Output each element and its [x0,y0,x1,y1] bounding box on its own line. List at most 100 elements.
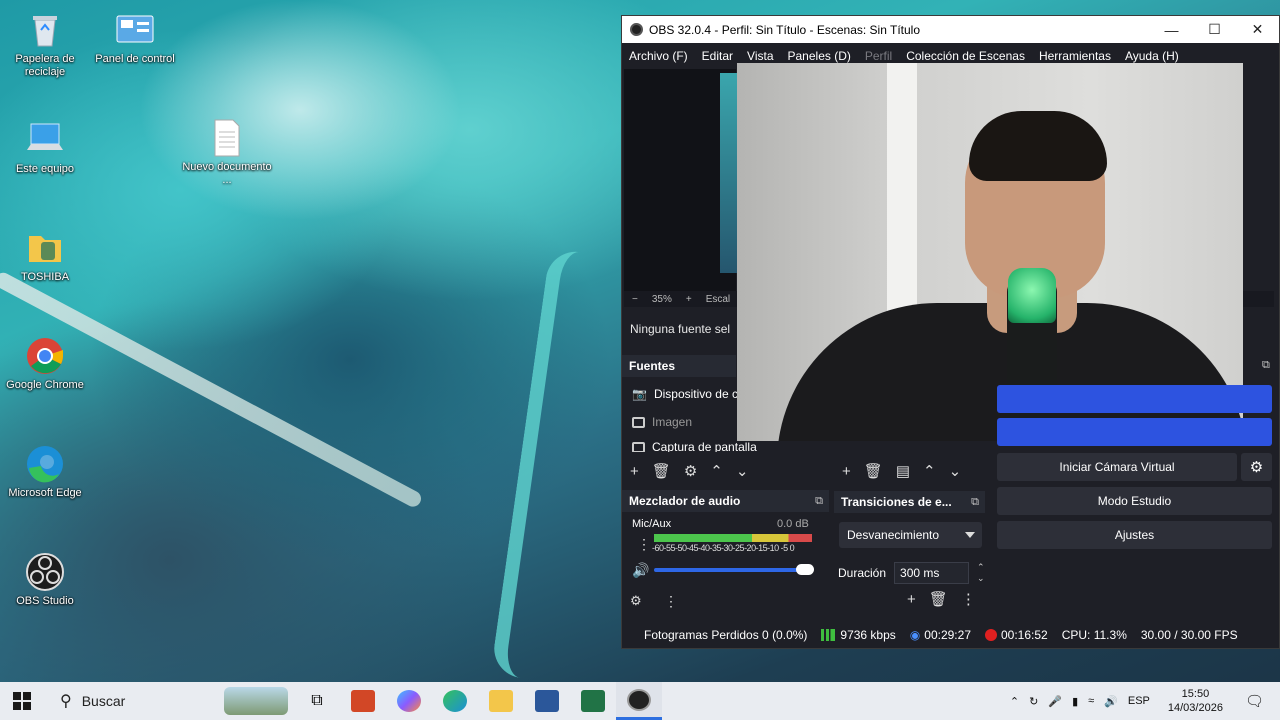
taskbar-obs[interactable] [616,682,662,720]
dock-float-icon[interactable]: ⧉ [815,495,823,508]
search-highlight-image [224,687,288,715]
filter-icon[interactable]: ▤ [896,462,910,480]
taskbar-word[interactable] [524,682,570,720]
stream-timer: ◉ 00:29:27 [910,628,971,642]
language-indicator[interactable]: ESP [1128,695,1150,707]
settings-button[interactable]: Ajustes [997,521,1272,549]
volume-meter [654,534,812,542]
desktop-icon-recycle-bin[interactable]: Papelera de reciclaje [0,10,90,79]
sources-title: Fuentes [629,359,676,373]
taskbar-excel[interactable] [570,682,616,720]
transitions-toolbar: + 🗑 ⋮ [907,590,976,609]
delete-source-icon[interactable]: 🗑 [652,462,671,480]
delete-scene-icon[interactable]: 🗑 [864,462,883,480]
source-properties-icon[interactable]: ⚙ [684,462,697,480]
source-label: Captura de pantalla [652,442,757,452]
clock[interactable]: 15:50 14/03/2026 [1168,687,1223,715]
taskbar-task-view[interactable]: ⧉ [294,682,340,720]
desktop-icon-chrome[interactable]: Google Chrome [0,336,90,392]
preview-canvas[interactable] [624,69,738,291]
notifications-icon[interactable]: 🗨 [1245,692,1264,710]
duration-stepper[interactable]: ⌃ ⌄ [977,562,985,584]
source-item[interactable]: Imagen [632,415,692,429]
stop-recording-button[interactable] [997,418,1272,446]
transition-select[interactable]: Desvanecimiento [839,522,982,548]
desktop-icon-this-pc[interactable]: Este equipo [0,120,90,176]
maximize-button[interactable]: ☐ [1193,16,1236,43]
channel-menu-icon[interactable]: ⋮ [637,536,651,553]
duration-row: Duración 300 ms ⌃ ⌄ [838,562,985,584]
menu-docks[interactable]: Paneles (D) [788,49,851,63]
meter-ticks: -60-55-50-45-40-35-30-25-20-15-10 -5 0 [652,543,795,553]
menu-file[interactable]: Archivo (F) [629,49,688,63]
taskbar-powerpoint[interactable] [340,682,386,720]
system-tray: ⌃ ↻ 🎤 ▮ ≈ 🔊 ESP 15:50 14/03/2026 🗨 [1010,682,1280,720]
volume-slider-knob[interactable] [796,564,814,575]
speaker-icon[interactable]: 🔊 [632,562,649,579]
chevron-down-icon [965,532,975,538]
move-up-icon[interactable]: ⌃ [923,462,936,480]
start-virtual-camera-button[interactable]: Iniciar Cámara Virtual [997,453,1237,481]
start-streaming-button[interactable] [997,385,1272,413]
volume-slider[interactable] [654,564,814,575]
word-icon [535,690,559,712]
add-source-icon[interactable]: + [630,463,639,480]
source-item[interactable]: 📷 Dispositivo de c [632,387,738,401]
desktop-icon-label: Google Chrome [6,379,84,391]
menu-tools[interactable]: Herramientas [1039,49,1111,63]
desktop-icon-control-panel[interactable]: Panel de control [90,10,180,66]
edge-icon [25,444,65,484]
battery-icon[interactable]: ▮ [1072,695,1078,708]
taskbar-edge[interactable] [432,682,478,720]
transition-selected: Desvanecimiento [847,528,940,542]
start-button[interactable] [0,682,44,720]
desktop-icon-new-document[interactable]: Nuevo documento ... [182,118,272,187]
scale-label: Escal [705,293,731,305]
zoom-out-button[interactable]: − [632,294,638,305]
menu-scene-collection[interactable]: Colección de Escenas [906,49,1025,63]
desktop-icon-toshiba[interactable]: TOSHIBA [0,228,90,284]
source-item[interactable]: Captura de pantalla [632,442,757,452]
obs-icon [25,552,65,592]
transition-menu-icon[interactable]: ⋮ [961,590,976,608]
bitrate-value: 9736 kbps [840,628,896,642]
add-transition-icon[interactable]: + [907,591,916,608]
status-bar: Fotogramas Perdidos 0 (0.0%) 9736 kbps ◉… [622,623,1279,647]
desktop-icon-obs[interactable]: OBS Studio [0,552,90,608]
desktop-icon-edge[interactable]: Microsoft Edge [0,444,90,500]
virtual-camera-settings-button[interactable]: ⚙ [1241,453,1272,481]
dropped-frames: Fotogramas Perdidos 0 (0.0%) [644,628,808,642]
taskbar-copilot[interactable] [386,682,432,720]
taskbar-search[interactable]: ⚲ Buscar [44,682,294,720]
dock-float-icon[interactable]: ⧉ [1262,359,1270,372]
menu-edit[interactable]: Editar [702,49,733,63]
settings-label: Ajustes [1114,528,1155,542]
microphone-icon[interactable]: 🎤 [1048,695,1062,708]
advanced-audio-icon[interactable]: ⚙ [630,593,642,609]
studio-mode-button[interactable]: Modo Estudio [997,487,1272,515]
zoom-in-button[interactable]: + [686,294,692,305]
obs-window: OBS 32.0.4 - Perfil: Sin Título - Escena… [621,15,1280,649]
menu-profile[interactable]: Perfil [865,49,892,63]
desktop-icon-label: Este equipo [15,163,75,175]
sync-icon[interactable]: ↻ [1029,695,1038,708]
menu-view[interactable]: Vista [747,49,773,63]
mixer-menu-icon[interactable]: ⋮ [664,593,678,610]
close-button[interactable]: ✕ [1236,16,1279,43]
move-down-icon[interactable]: ⌄ [736,462,749,480]
minimize-button[interactable]: — [1150,16,1193,43]
duration-input[interactable]: 300 ms [894,562,970,584]
add-scene-icon[interactable]: + [842,463,851,480]
chevron-up-icon[interactable]: ⌃ [1010,695,1019,708]
wifi-icon[interactable]: ≈ [1088,695,1094,707]
dock-float-icon[interactable]: ⧉ [971,496,979,509]
taskbar-file-explorer[interactable] [478,682,524,720]
volume-icon[interactable]: 🔊 [1104,695,1118,708]
microphone-light [1008,268,1056,323]
title-bar[interactable]: OBS 32.0.4 - Perfil: Sin Título - Escena… [622,16,1279,43]
delete-transition-icon[interactable]: 🗑 [929,590,948,608]
move-down-icon[interactable]: ⌄ [949,462,962,480]
move-up-icon[interactable]: ⌃ [710,462,723,480]
menu-help[interactable]: Ayuda (H) [1125,49,1179,63]
mixer-channel-name: Mic/Aux [632,518,672,530]
